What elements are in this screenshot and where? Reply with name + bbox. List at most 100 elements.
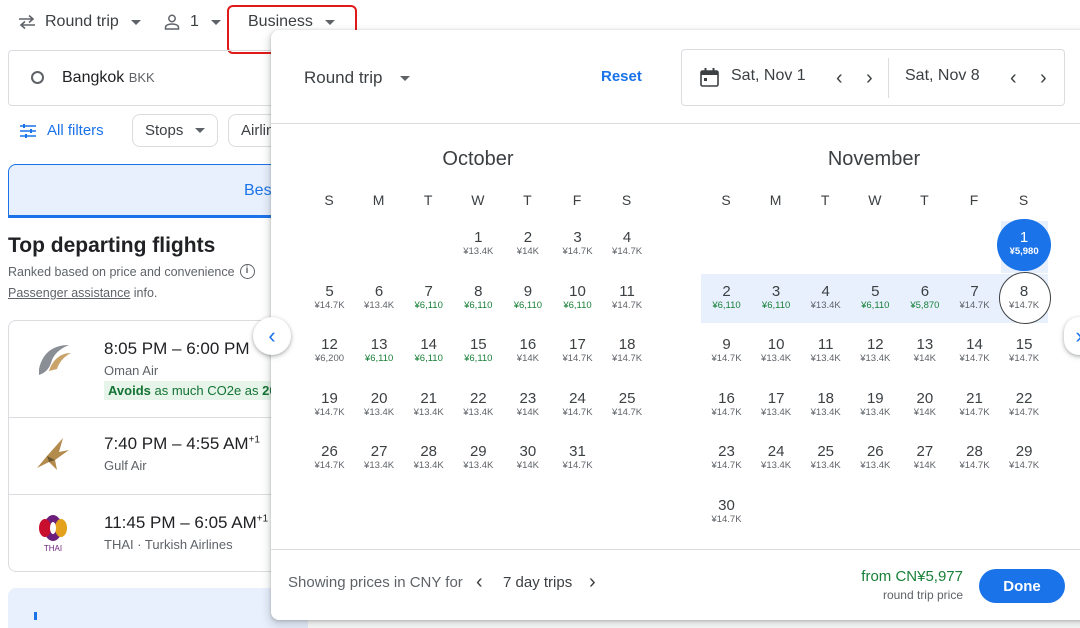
day-price: ¥14.7K — [1009, 460, 1040, 471]
calendar-day[interactable]: 30 ¥14K — [503, 435, 552, 485]
calendar-day[interactable]: 6 ¥5,870 — [900, 275, 949, 325]
calendar-day[interactable]: 29 ¥14.7K — [1000, 435, 1049, 485]
calendar-day[interactable]: 16 ¥14K — [503, 328, 552, 378]
calendar-day[interactable]: 27 ¥13.4K — [355, 435, 404, 485]
calendar-day[interactable]: 13 ¥14K — [900, 328, 949, 378]
calendar-day[interactable]: 8 ¥14.7K — [1000, 275, 1049, 325]
calendar-day[interactable]: 14 ¥14.7K — [950, 328, 999, 378]
calendar-day[interactable]: 17 ¥14.7K — [553, 328, 602, 378]
calendar-day[interactable]: 31 ¥14.7K — [553, 435, 602, 485]
day-number: 23 — [519, 389, 537, 407]
calendar-day[interactable]: 15 ¥6,110 — [454, 328, 503, 378]
calendar-day[interactable]: 3 ¥14.7K — [553, 221, 602, 271]
calendar-day[interactable]: 7 ¥6,110 — [404, 275, 453, 325]
calendar-day[interactable]: 8 ¥6,110 — [454, 275, 503, 325]
calendar-day[interactable]: 28 ¥14.7K — [950, 435, 999, 485]
calendar-day[interactable]: 2 ¥6,110 — [702, 275, 751, 325]
calendar-day[interactable]: 4 ¥13.4K — [801, 275, 850, 325]
reset-button[interactable]: Reset — [601, 68, 642, 85]
calendar-day[interactable]: 5 ¥6,110 — [851, 275, 900, 325]
all-filters-label: All filters — [47, 122, 104, 139]
calendar-day[interactable]: 5 ¥14.7K — [305, 275, 354, 325]
trip-type-selector[interactable]: Round trip — [18, 10, 141, 34]
calendar-day[interactable]: 29 ¥13.4K — [454, 435, 503, 485]
done-button[interactable]: Done — [979, 569, 1065, 603]
calendar-day[interactable]: 9 ¥6,110 — [503, 275, 552, 325]
calendar-day[interactable]: 11 ¥13.4K — [801, 328, 850, 378]
calendar-day[interactable]: 26 ¥13.4K — [851, 435, 900, 485]
return-date[interactable]: Sat, Nov 8 — [905, 67, 980, 85]
dialog-trip-type-selector[interactable]: Round trip — [304, 68, 411, 88]
dialog-footer: Showing prices in CNY for ‹ 7 day trips … — [271, 549, 1080, 620]
oman-air-logo-icon — [39, 345, 71, 375]
calendar-day[interactable]: 26 ¥14.7K — [305, 435, 354, 485]
calendar-day[interactable]: 6 ¥13.4K — [355, 275, 404, 325]
day-number: 22 — [469, 389, 487, 407]
calendar-day[interactable]: 2 ¥14K — [503, 221, 552, 271]
flight-results-list: 8:05 PM – 6:00 PM Oman Air Avoids as muc… — [8, 320, 308, 572]
calendar-day[interactable]: 21 ¥13.4K — [404, 382, 453, 432]
trip-length-prev-chevron-icon[interactable]: ‹ — [476, 572, 483, 592]
all-filters-button[interactable]: All filters — [20, 122, 104, 139]
calendar-day[interactable]: 23 ¥14K — [503, 382, 552, 432]
day-number: 30 — [519, 443, 537, 460]
calendar-day[interactable]: 28 ¥13.4K — [404, 435, 453, 485]
stops-filter-chip[interactable]: Stops — [132, 114, 218, 147]
calendar-day[interactable]: 20 ¥14K — [900, 382, 949, 432]
calendar-day[interactable]: 10 ¥13.4K — [752, 328, 801, 378]
flight-result-row[interactable]: THAI 11:45 PM – 6:05 AM+1 THAI · Turkish… — [9, 495, 307, 571]
calendar-day[interactable]: 22 ¥13.4K — [454, 382, 503, 432]
day-number: 18 — [618, 336, 636, 353]
day-price: ¥13.4K — [413, 460, 444, 471]
tab-best[interactable]: Bes — [8, 164, 308, 218]
calendar-day[interactable]: 23 ¥14.7K — [702, 435, 751, 485]
calendar-day[interactable]: 14 ¥6,110 — [404, 328, 453, 378]
calendar-day[interactable]: 4 ¥14.7K — [603, 221, 652, 271]
calendar-day[interactable]: 21 ¥14.7K — [950, 382, 999, 432]
calendar-day[interactable]: 7 ¥14.7K — [950, 275, 999, 325]
calendar-day[interactable]: 27 ¥14K — [900, 435, 949, 485]
calendar-day[interactable]: 25 ¥13.4K — [801, 435, 850, 485]
calendar-day[interactable]: 18 ¥14.7K — [603, 328, 652, 378]
calendar-day[interactable]: 12 ¥13.4K — [851, 328, 900, 378]
flight-result-row[interactable]: 7:40 PM – 4:55 AM+1 Gulf Air — [9, 418, 307, 495]
calendar-day[interactable]: 3 ¥6,110 — [752, 275, 801, 325]
return-next-chevron-icon[interactable]: › — [1040, 68, 1047, 88]
date-picker-dialog: Round trip Reset Sat, Nov 1 ‹ › Sat, Nov… — [271, 30, 1080, 620]
calendar-day[interactable]: 24 ¥14.7K — [553, 382, 602, 432]
info-icon[interactable]: i — [239, 264, 255, 279]
calendar-day[interactable]: 30 ¥14.7K — [702, 489, 751, 539]
calendar-day[interactable]: 17 ¥13.4K — [752, 382, 801, 432]
depart-prev-chevron-icon[interactable]: ‹ — [836, 68, 843, 88]
day-number: 9 — [722, 336, 731, 353]
calendar-day[interactable]: 11 ¥14.7K — [603, 275, 652, 325]
calendar-day[interactable]: 20 ¥13.4K — [355, 382, 404, 432]
calendar-day[interactable]: 16 ¥14.7K — [702, 382, 751, 432]
calendar-day[interactable]: 12 ¥6,200 — [305, 328, 354, 378]
depart-date[interactable]: Sat, Nov 1 — [731, 67, 806, 85]
calendar-day[interactable]: 13 ¥6,110 — [355, 328, 404, 378]
calendar-day[interactable]: 19 ¥13.4K — [851, 382, 900, 432]
passenger-selector[interactable]: 1 — [164, 10, 221, 34]
day-number: 16 — [519, 336, 537, 353]
calendar-day[interactable]: 22 ¥14.7K — [1000, 382, 1049, 432]
calendar-day[interactable]: 19 ¥14.7K — [305, 382, 354, 432]
calendar-day[interactable]: 10 ¥6,110 — [553, 275, 602, 325]
calendar-day[interactable]: 24 ¥13.4K — [752, 435, 801, 485]
depart-next-chevron-icon[interactable]: › — [866, 68, 873, 88]
calendar-day[interactable]: 15 ¥14.7K — [1000, 328, 1049, 378]
calendar-day[interactable]: 1 ¥13.4K — [454, 221, 503, 271]
calendar-next-month-button[interactable]: › — [1064, 317, 1080, 355]
day-price: ¥13.4K — [860, 353, 891, 364]
calendar-day[interactable]: 9 ¥14.7K — [702, 328, 751, 378]
passenger-assistance-link[interactable]: Passenger assistance — [8, 286, 130, 300]
calendar-day[interactable]: 18 ¥13.4K — [801, 382, 850, 432]
return-prev-chevron-icon[interactable]: ‹ — [1010, 68, 1017, 88]
trip-length-next-chevron-icon[interactable]: › — [589, 572, 596, 592]
origin-field[interactable]: Bangkok BKK — [8, 50, 308, 106]
from-price: from CN¥5,977 — [861, 568, 963, 585]
calendar-day[interactable]: 25 ¥14.7K — [603, 382, 652, 432]
calendar-day[interactable]: 1 ¥5,980 — [1000, 221, 1049, 271]
day-number: 19 — [321, 389, 338, 407]
calendar-prev-month-button[interactable]: ‹ — [253, 317, 291, 355]
